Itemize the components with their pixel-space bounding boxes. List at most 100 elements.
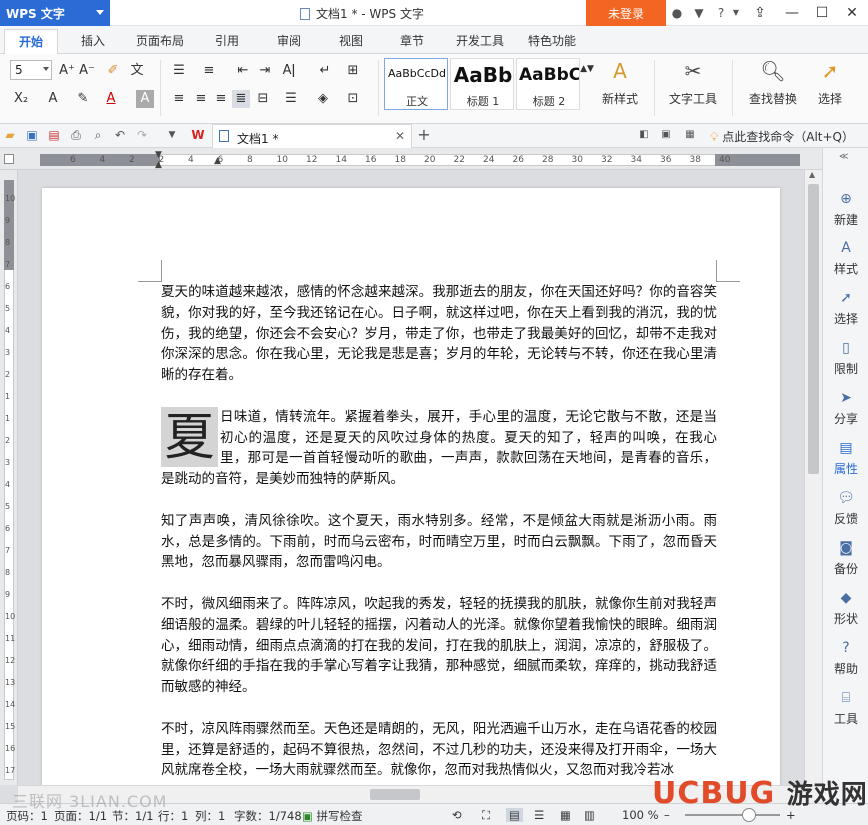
- style-heading-2[interactable]: AaBbC 标题 2: [516, 58, 580, 110]
- maximize-button[interactable]: ☐: [806, 0, 838, 26]
- panel-properties[interactable]: ▤ 属性: [823, 439, 868, 477]
- decrease-indent-icon[interactable]: ⇤: [234, 62, 252, 80]
- paragraph[interactable]: 不时，微风细雨来了。阵阵凉风，吹起我的秀发，轻轻的抚摸我的肌肤，就像你生前对我轻…: [161, 594, 717, 698]
- paragraph[interactable]: 夏日味道，情转流年。紧握着拳头，展开，手心里的温度，无论它散与不散，还是当初心的…: [161, 406, 717, 490]
- table-icon[interactable]: ⊞: [344, 62, 362, 80]
- find-command-box[interactable]: 💡︎ 点此查找命令（Alt+Q）: [710, 128, 854, 145]
- font-color-icon[interactable]: A: [102, 90, 120, 108]
- layout-icon[interactable]: ▦: [682, 127, 698, 143]
- panel-new[interactable]: ⊕ 新建: [823, 190, 868, 228]
- vertical-ruler[interactable]: 10 9 8 7 6 5 4 3 2 1 1 2 3 4 5 6 7 8 9 10 11 12 13 14 15 16 17: [0, 170, 18, 785]
- page-view-icon[interactable]: ▤: [506, 808, 523, 822]
- document-body[interactable]: 夏天的味道越来越浓，感情的怀念越来越深。我那逝去的朋友，你在天国还好吗？你的音容…: [161, 282, 717, 785]
- close-button[interactable]: ✕: [836, 0, 868, 26]
- skin-icon[interactable]: ●: [670, 6, 684, 20]
- font-size-select[interactable]: 5: [10, 60, 52, 80]
- tab-section[interactable]: 章节: [400, 32, 424, 49]
- drop-cap[interactable]: 夏: [161, 406, 218, 467]
- distribute-icon[interactable]: ⊟: [254, 90, 272, 108]
- numbered-list-icon[interactable]: ≡: [200, 62, 218, 80]
- new-style-button[interactable]: A 新样式: [594, 58, 646, 114]
- document-page[interactable]: 夏天的味道越来越浓，感情的怀念越来越深。我那逝去的朋友，你在天国还好吗？你的音容…: [42, 188, 780, 785]
- outline-view-icon[interactable]: ☰: [534, 808, 544, 822]
- print-icon[interactable]: ⎙: [68, 127, 84, 143]
- panel-feedback[interactable]: 💬︎ 反馈: [823, 489, 868, 527]
- panel-select[interactable]: ➚ 选择: [823, 289, 868, 327]
- shading-icon[interactable]: ◈: [314, 90, 332, 108]
- subscript-icon[interactable]: X₂: [12, 90, 30, 108]
- phonetic-icon[interactable]: 文: [128, 62, 146, 80]
- minimize-button[interactable]: —: [776, 0, 808, 26]
- wps-menu-button[interactable]: WPS 文字: [0, 0, 110, 26]
- save-icon[interactable]: ▣: [24, 127, 40, 143]
- close-tab-icon[interactable]: ✕: [395, 129, 405, 143]
- zoom-slider[interactable]: [685, 814, 780, 816]
- panel-help[interactable]: ? 帮助: [823, 639, 868, 677]
- increase-indent-icon[interactable]: ⇥: [256, 62, 274, 80]
- panel-tools[interactable]: ⌸ 工具: [823, 689, 868, 727]
- line-spacing-icon[interactable]: ☰: [282, 90, 300, 108]
- shrink-font-icon[interactable]: A⁻: [78, 62, 96, 80]
- scroll-thumb[interactable]: [808, 184, 819, 474]
- undo-icon[interactable]: ↶: [112, 127, 128, 143]
- document-tab[interactable]: 文档1 * ✕: [212, 124, 412, 148]
- justify-icon[interactable]: ≣: [232, 90, 250, 108]
- web-view-icon[interactable]: ▦: [560, 808, 571, 822]
- text-tools-button[interactable]: ✂ 文字工具: [662, 58, 724, 114]
- tab-developer[interactable]: 开发工具: [456, 32, 504, 49]
- spell-check-toggle[interactable]: ▣ 拼写检查: [302, 808, 363, 824]
- help-dropdown-icon[interactable]: ▼: [729, 6, 743, 20]
- horizontal-ruler[interactable]: ▼ ▲ ▲ 6 4 2 2 4 6 8 10 12 14 16 18 20 22 24 26 28 30 32 34 3…: [0, 148, 830, 170]
- wps-w-icon[interactable]: W: [190, 127, 206, 143]
- export-pdf-icon[interactable]: ▤: [46, 127, 62, 143]
- tab-stop-selector[interactable]: [4, 154, 14, 164]
- help-icon[interactable]: ?: [714, 6, 728, 20]
- shirt-icon[interactable]: ▼: [692, 6, 706, 20]
- fullscreen-icon[interactable]: ⛶: [482, 808, 490, 823]
- character-shading-icon[interactable]: A: [136, 90, 154, 108]
- status-word-count[interactable]: 字数：1/748: [234, 808, 302, 824]
- borders-icon[interactable]: ⊡: [344, 90, 362, 108]
- revision-icon[interactable]: ⟲: [452, 808, 462, 822]
- scroll-thumb[interactable]: [370, 789, 420, 800]
- panel-shapes[interactable]: ◆ 形状: [823, 589, 868, 627]
- style-heading-1[interactable]: AaBb 标题 1: [450, 58, 514, 110]
- vertical-scrollbar[interactable]: ▲: [804, 170, 822, 785]
- paragraph[interactable]: 知了声声唤，清风徐徐吹。这个夏天，雨水特别多。经常，不是倾盆大雨就是淅沥小雨。雨…: [161, 511, 717, 573]
- open-folder-icon[interactable]: ▰: [2, 127, 18, 143]
- grow-font-icon[interactable]: A⁺: [58, 62, 76, 80]
- panel-restrict[interactable]: ▯ 限制: [823, 339, 868, 377]
- tab-features[interactable]: 特色功能: [528, 32, 576, 49]
- redo-icon[interactable]: ↷: [134, 127, 150, 143]
- paragraph-mark-icon[interactable]: ↵: [316, 62, 334, 80]
- paragraph[interactable]: 夏天的味道越来越浓，感情的怀念越来越深。我那逝去的朋友，你在天国还好吗？你的音容…: [161, 282, 717, 386]
- bullet-list-icon[interactable]: ☰: [170, 62, 188, 80]
- find-replace-button[interactable]: 🔍︎ 查找替换: [740, 58, 806, 114]
- tab-view[interactable]: 视图: [339, 32, 363, 49]
- select-button[interactable]: ➚ 选择: [810, 58, 850, 114]
- tab-review[interactable]: 审阅: [277, 32, 301, 49]
- align-left-icon[interactable]: ≡: [170, 90, 188, 108]
- customize-dropdown-icon[interactable]: ▼: [164, 127, 180, 143]
- restore-to-tab-button[interactable]: ⇪: [744, 0, 776, 26]
- style-normal[interactable]: AaBbCcDd 正文: [384, 58, 448, 110]
- paragraph[interactable]: 不时，凉风阵雨骤然而至。天色还是晴朗的，无风，阳光洒遍千山万水，走在乌语花香的校…: [161, 719, 717, 781]
- collapse-icon[interactable]: ≪: [839, 152, 848, 162]
- clear-format-icon[interactable]: ✐: [104, 62, 122, 80]
- tab-insert[interactable]: 插入: [81, 32, 105, 49]
- text-direction-icon[interactable]: Aǀ: [280, 62, 298, 80]
- character-border-icon[interactable]: A: [44, 90, 62, 108]
- tab-home[interactable]: 开始: [4, 29, 59, 54]
- document-canvas[interactable]: 夏天的味道越来越浓，感情的怀念越来越深。我那逝去的朋友，你在天国还好吗？你的音容…: [18, 170, 804, 785]
- login-button[interactable]: 未登录: [586, 0, 666, 26]
- align-center-icon[interactable]: ≡: [192, 90, 210, 108]
- panel-share[interactable]: ➤ 分享: [823, 389, 868, 427]
- panel-styles[interactable]: A 样式: [823, 239, 868, 277]
- tab-references[interactable]: 引用: [215, 32, 239, 49]
- new-tab-icon[interactable]: +: [416, 127, 432, 143]
- panel-backup[interactable]: ◙ 备份: [823, 539, 868, 577]
- window-list-icon[interactable]: ▣: [658, 127, 674, 143]
- scroll-up-icon[interactable]: ▲: [809, 170, 815, 179]
- highlight-icon[interactable]: ✎: [74, 90, 92, 108]
- reading-view-icon[interactable]: ▥: [584, 808, 595, 822]
